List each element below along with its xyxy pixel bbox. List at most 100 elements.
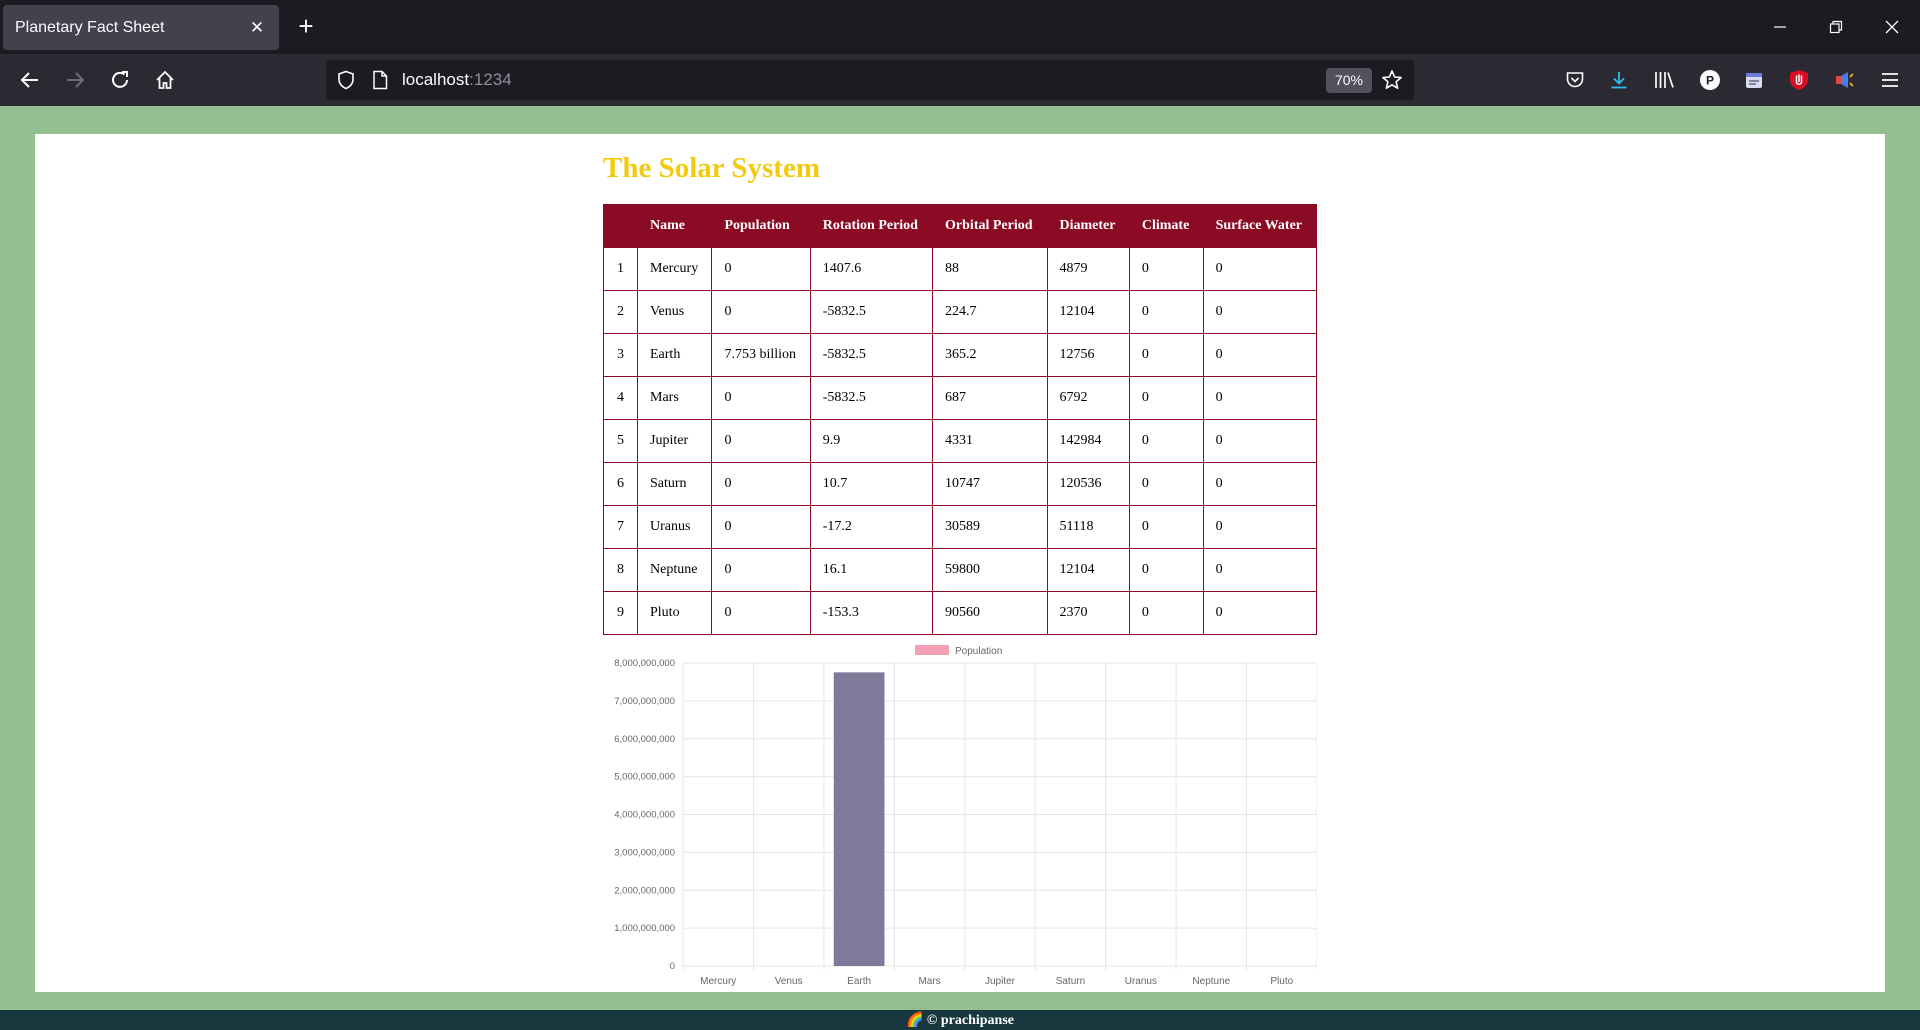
cell-climate: 0 <box>1128 247 1204 291</box>
x-tick-label: Saturn <box>1056 976 1085 987</box>
downloads-icon[interactable] <box>1605 66 1633 94</box>
zoom-level-badge[interactable]: 70% <box>1326 68 1372 93</box>
new-tab-plus-icon[interactable]: + <box>292 13 320 41</box>
cell-surface-water: 0 <box>1202 290 1318 334</box>
x-tick-label: Neptune <box>1192 976 1230 987</box>
cell-diameter: 142984 <box>1046 419 1130 463</box>
notes-extension-icon[interactable] <box>1740 66 1768 94</box>
tab-strip: Planetary Fact Sheet ✕ + <box>0 0 1920 54</box>
legend-label: Population <box>955 646 1002 657</box>
y-tick-label: 3,000,000,000 <box>614 847 675 858</box>
cell-surface-water: 0 <box>1202 505 1318 549</box>
cell-index: 4 <box>603 376 638 420</box>
header-diameter: Diameter <box>1046 204 1130 248</box>
cell-name: Saturn <box>636 462 713 506</box>
pocket-icon[interactable] <box>1561 66 1589 94</box>
bar-earth <box>833 672 885 966</box>
table-body: 1 Mercury 0 1407.6 88 4879 0 0 2 Venus 0 -5832.5 224… <box>603 247 1318 635</box>
minimize-icon[interactable] <box>1752 0 1808 54</box>
cell-climate: 0 <box>1128 290 1204 334</box>
cell-name: Earth <box>636 333 713 377</box>
close-tab-icon[interactable]: ✕ <box>247 18 267 38</box>
table-row: 3 Earth 7.753 billion -5832.5 365.2 12756 0 0 <box>603 333 1318 377</box>
x-tick-label: Earth <box>847 976 871 987</box>
cell-orbital-period: 90560 <box>932 591 1048 635</box>
header-population: Population <box>711 204 811 248</box>
cell-rotation-period: 10.7 <box>809 462 934 506</box>
cell-orbital-period: 687 <box>932 376 1048 420</box>
ublock-origin-icon[interactable] <box>1785 66 1813 94</box>
cell-rotation-period: -5832.5 <box>809 290 934 334</box>
forward-arrow-icon[interactable] <box>61 66 89 94</box>
cell-climate: 0 <box>1128 419 1204 463</box>
cell-surface-water: 0 <box>1202 376 1318 420</box>
y-tick-label: 1,000,000,000 <box>614 923 675 934</box>
cell-climate: 0 <box>1128 376 1204 420</box>
header-index <box>603 204 638 248</box>
hamburger-menu-icon[interactable] <box>1876 66 1904 94</box>
legend-swatch <box>915 645 949 655</box>
x-tick-label: Mercury <box>700 976 736 987</box>
cell-climate: 0 <box>1128 505 1204 549</box>
cell-surface-water: 0 <box>1202 548 1318 592</box>
header-surface-water: Surface Water <box>1202 204 1318 248</box>
cell-diameter: 4879 <box>1046 247 1130 291</box>
x-tick-label: Pluto <box>1270 976 1293 987</box>
header-rotation-period: Rotation Period <box>809 204 934 248</box>
cell-population: 0 <box>711 290 811 334</box>
url-host: localhost <box>402 70 470 89</box>
cell-name: Venus <box>636 290 713 334</box>
cell-index: 6 <box>603 462 638 506</box>
cell-diameter: 2370 <box>1046 591 1130 635</box>
url-text[interactable]: localhost:1234 <box>402 70 512 90</box>
profile-extension-icon[interactable]: P <box>1696 66 1724 94</box>
cell-population: 0 <box>711 247 811 291</box>
y-tick-label: 8,000,000,000 <box>614 658 675 669</box>
bookmark-star-icon[interactable] <box>1378 66 1406 94</box>
cell-population: 7.753 billion <box>711 333 811 377</box>
footer-credit: 🌈 © prachipanse <box>905 1012 1014 1028</box>
x-tick-label: Mars <box>918 976 940 987</box>
y-tick-label: 5,000,000,000 <box>614 772 675 783</box>
x-tick-label: Jupiter <box>985 976 1016 987</box>
url-bar[interactable]: localhost:1234 70% <box>326 60 1414 100</box>
cell-surface-water: 0 <box>1202 591 1318 635</box>
table-row: 7 Uranus 0 -17.2 30589 51118 0 0 <box>603 505 1318 549</box>
tab-title: Planetary Fact Sheet <box>15 18 165 36</box>
cell-rotation-period: -5832.5 <box>809 376 934 420</box>
y-tick-label: 0 <box>670 961 675 972</box>
tab-planetary-fact-sheet[interactable]: Planetary Fact Sheet ✕ <box>3 5 279 50</box>
table-row: 9 Pluto 0 -153.3 90560 2370 0 0 <box>603 591 1318 635</box>
back-arrow-icon[interactable] <box>16 66 44 94</box>
home-icon[interactable] <box>151 66 179 94</box>
cell-diameter: 51118 <box>1046 505 1130 549</box>
population-bar-chart: Population 8,000,000,000 7,000,000,000 6,00… <box>614 645 1317 987</box>
table-row: 6 Saturn 0 10.7 10747 120536 0 0 <box>603 462 1318 506</box>
y-tick-label: 2,000,000,000 <box>614 885 675 896</box>
cell-diameter: 12104 <box>1046 290 1130 334</box>
restore-icon[interactable] <box>1808 0 1864 54</box>
cell-population: 0 <box>711 591 811 635</box>
translate-extension-icon[interactable] <box>1830 66 1858 94</box>
cell-diameter: 12104 <box>1046 548 1130 592</box>
page-info-icon[interactable] <box>366 66 394 94</box>
cell-index: 1 <box>603 247 638 291</box>
cell-population: 0 <box>711 419 811 463</box>
cell-name: Jupiter <box>636 419 713 463</box>
url-port: :1234 <box>469 70 512 89</box>
y-tick-label: 6,000,000,000 <box>614 734 675 745</box>
cell-index: 2 <box>603 290 638 334</box>
cell-index: 7 <box>603 505 638 549</box>
cell-surface-water: 0 <box>1202 419 1318 463</box>
cell-name: Neptune <box>636 548 713 592</box>
reload-icon[interactable] <box>106 66 134 94</box>
cell-rotation-period: 1407.6 <box>809 247 934 291</box>
cell-orbital-period: 365.2 <box>932 333 1048 377</box>
cell-climate: 0 <box>1128 333 1204 377</box>
cell-index: 3 <box>603 333 638 377</box>
library-icon[interactable] <box>1650 66 1678 94</box>
close-window-icon[interactable] <box>1864 0 1920 54</box>
cell-rotation-period: -17.2 <box>809 505 934 549</box>
tracking-shield-icon[interactable] <box>332 66 360 94</box>
page-viewport: The Solar System Name Population Rotation … <box>0 106 1920 1030</box>
